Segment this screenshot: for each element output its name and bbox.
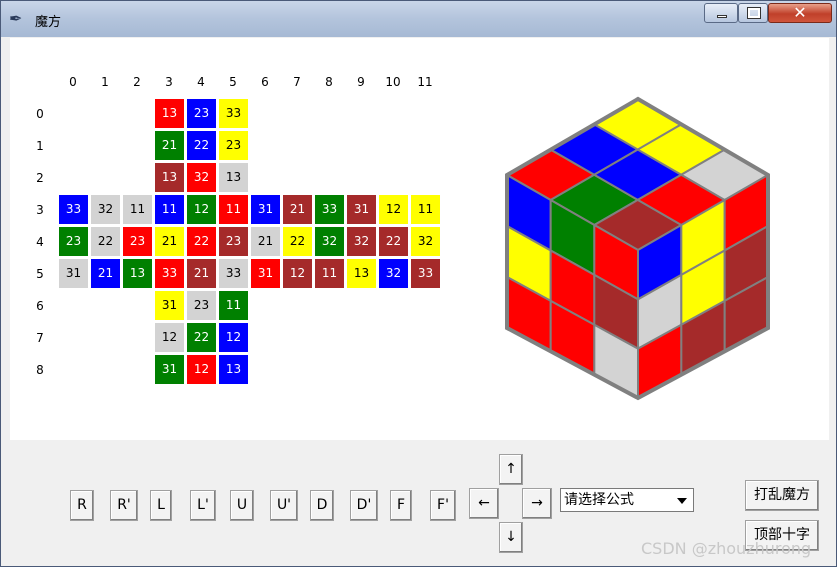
close-icon: ✕ [793,3,807,22]
formula-select[interactable]: 请选择公式 [560,488,694,512]
move-button-r[interactable]: R [70,490,94,521]
move-button-l[interactable]: L [150,490,172,521]
scramble-button[interactable]: 打乱魔方 [745,480,819,511]
maximize-button[interactable] [738,3,768,23]
close-button[interactable]: ✕ [768,3,832,23]
watermark: CSDN @zhouzhurong [641,539,812,558]
minimize-button[interactable] [704,3,738,23]
arrow-left-button[interactable]: ← [469,488,499,519]
window-title: 魔方 [35,15,62,30]
arrow-right-button[interactable]: → [522,488,552,519]
cube-3d-view [504,96,770,401]
move-button-d-prime[interactable]: D' [350,490,378,521]
main-window: ✒ 魔方 ✕ 0 1 2 3 4 5 6 7 8 9 10 11 0 1 2 3 4 5 6 7 8 13 23 33 21 22… [0,0,837,567]
formula-select-value: 请选择公式 [564,492,634,508]
move-button-u[interactable]: U [230,490,254,521]
move-button-u-prime[interactable]: U' [270,490,298,521]
move-button-f-prime[interactable]: F' [430,490,456,521]
arrow-up-button[interactable]: ↑ [499,454,523,485]
cube-canvas: 0 1 2 3 4 5 6 7 8 9 10 11 0 1 2 3 4 5 6 7 8 13 23 33 21 22 23 13 32 1… [10,38,829,440]
arrow-down-button[interactable]: ↓ [499,522,523,553]
move-button-f[interactable]: F [390,490,412,521]
move-button-l-prime[interactable]: L' [190,490,216,521]
feather-icon: ✒ [9,9,23,28]
chevron-down-icon [677,498,687,504]
move-button-r-prime[interactable]: R' [110,490,138,521]
title-bar: ✒ 魔方 ✕ [1,1,836,37]
move-button-d[interactable]: D [310,490,334,521]
